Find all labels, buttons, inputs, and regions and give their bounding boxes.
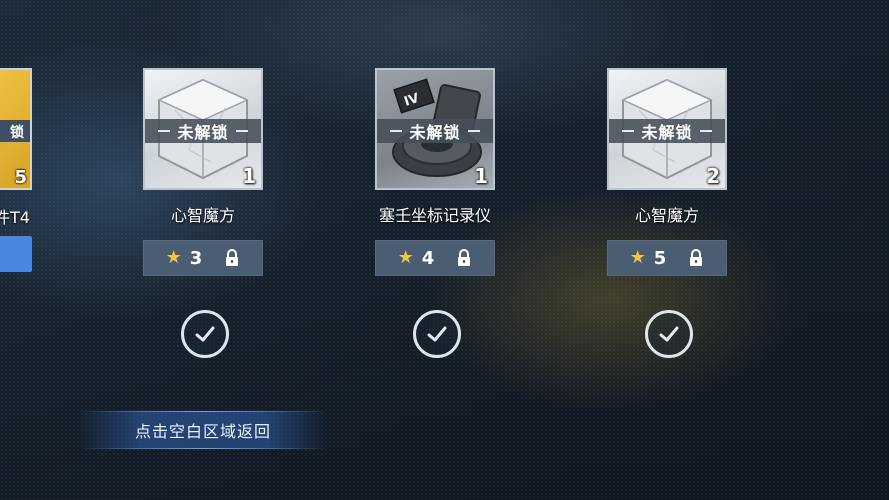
locked-band: 未解锁 <box>377 119 493 143</box>
band-dash <box>699 130 712 132</box>
item-slot-1[interactable]: 未解锁 1 心智魔方 ★ 3 <box>143 68 267 358</box>
item-card[interactable]: 未解锁 1 <box>143 68 263 190</box>
star-icon: ★ <box>397 247 414 268</box>
star-requirement-badge: ★ 4 <box>375 240 495 276</box>
padlock-icon <box>690 249 703 266</box>
star-icon: ★ <box>629 247 646 268</box>
partial-item-count: 5 <box>14 167 27 188</box>
item-card[interactable]: IV 未解锁 1 <box>375 68 495 190</box>
item-name: 心智魔方 <box>170 206 235 225</box>
select-check-button[interactable] <box>645 310 693 358</box>
padlock-icon <box>458 249 471 266</box>
star-icon: ★ <box>165 247 182 268</box>
star-level: 4 <box>421 247 435 269</box>
checkmark-icon <box>427 326 447 342</box>
item-card[interactable]: 未解锁 2 <box>607 68 727 190</box>
star-level: 5 <box>653 247 667 269</box>
star-requirement-badge: ★ 3 <box>143 240 263 276</box>
item-slot-3[interactable]: 未解锁 2 心智魔方 ★ 5 <box>607 68 731 358</box>
partial-item-band: 锁 <box>0 120 30 142</box>
item-count: 1 <box>474 164 488 188</box>
locked-label: 未解锁 <box>177 123 229 142</box>
partial-item-card[interactable]: 锁 5 <box>0 68 32 190</box>
band-dash <box>622 130 635 132</box>
star-level: 3 <box>189 247 203 269</box>
select-check-button[interactable] <box>413 310 461 358</box>
item-name: 心智魔方 <box>634 206 699 225</box>
locked-band: 未解锁 <box>609 119 725 143</box>
partial-item-band-text: 锁 <box>10 125 24 141</box>
padlock-icon <box>226 249 239 266</box>
locked-band: 未解锁 <box>145 119 261 143</box>
band-dash <box>390 130 403 132</box>
band-dash <box>467 130 480 132</box>
item-count: 2 <box>706 164 720 188</box>
band-dash <box>158 130 171 132</box>
item-name: 塞壬坐标记录仪 <box>378 206 491 225</box>
select-check-button[interactable] <box>181 310 229 358</box>
band-dash <box>235 130 248 132</box>
tap-to-return-hint[interactable]: 点击空白区域返回 <box>78 411 328 449</box>
item-slot-2[interactable]: IV 未解锁 1 塞壬坐标记录仪 ★ 4 <box>375 68 499 358</box>
partial-item-name: 件T4 <box>0 208 30 227</box>
return-hint-text: 点击空白区域返回 <box>134 422 271 441</box>
locked-label: 未解锁 <box>641 123 693 142</box>
checkmark-icon <box>195 326 215 342</box>
locked-label: 未解锁 <box>409 123 461 142</box>
star-requirement-badge: ★ 5 <box>607 240 727 276</box>
checkmark-icon <box>659 326 679 342</box>
partial-item-button[interactable] <box>0 236 32 272</box>
item-count: 1 <box>242 164 256 188</box>
